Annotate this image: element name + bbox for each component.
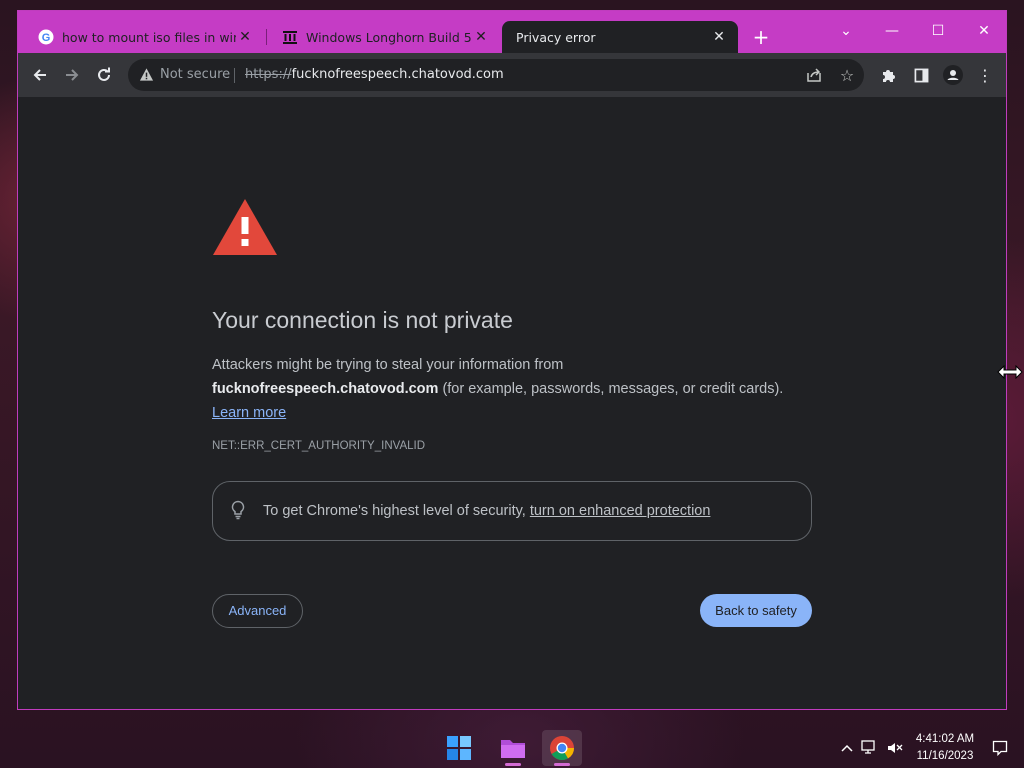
warning-triangle-icon (211, 197, 279, 261)
tab-title: Privacy error (516, 29, 596, 45)
maximize-icon[interactable]: ☐ (922, 19, 954, 43)
taskbar: 4:41:02 AM 11/16/2023 (0, 728, 1024, 768)
app-running-indicator (505, 763, 521, 766)
back-to-safety-button[interactable]: Back to safety (700, 594, 812, 627)
browser-toolbar: Not secure https://fucknofreespeech.chat… (18, 53, 1006, 97)
back-arrow-icon[interactable] (28, 63, 52, 87)
description-domain: fucknofreespeech.chatovod.com (212, 381, 439, 397)
not-secure-label[interactable]: Not secure (160, 67, 230, 82)
app-active-indicator (554, 763, 570, 766)
tab-privacy-error[interactable]: Privacy error ✕ (502, 21, 738, 53)
omnibox-divider (234, 68, 235, 83)
bookmark-star-icon[interactable]: ☆ (838, 66, 856, 85)
learn-more-link[interactable]: Learn more (212, 405, 286, 421)
share-icon[interactable] (805, 66, 823, 84)
menu-kebab-icon[interactable]: ⋮ (974, 64, 996, 86)
description-text-after: (for example, passwords, messages, or cr… (438, 381, 784, 397)
security-prompt: To get Chrome's highest level of securit… (263, 503, 710, 519)
start-windows-icon[interactable] (439, 730, 479, 766)
tab-longhorn-archive[interactable]: Windows Longhorn Build 5112 ✕ (268, 21, 500, 53)
window-close-icon[interactable]: ✕ (968, 19, 1000, 43)
tab-search-chevron-icon[interactable]: ⌄ (830, 19, 862, 43)
file-explorer-folder-icon[interactable] (493, 730, 533, 766)
extensions-puzzle-icon[interactable] (878, 64, 900, 86)
tab-title: how to mount iso files in windows (62, 29, 236, 45)
new-tab-plus-icon[interactable]: + (751, 27, 771, 47)
forward-arrow-icon[interactable] (60, 63, 84, 87)
chrome-taskbar-icon[interactable] (542, 730, 582, 766)
tab-close-icon[interactable]: ✕ (236, 29, 254, 45)
svg-text:G: G (42, 32, 51, 44)
advanced-button[interactable]: Advanced (212, 594, 303, 628)
tab-google-search[interactable]: G how to mount iso files in windows ✕ (24, 21, 264, 53)
system-clock[interactable]: 4:41:02 AM 11/16/2023 (905, 731, 985, 765)
security-prompt-text: To get Chrome's highest level of securit… (263, 503, 530, 519)
notifications-icon[interactable] (991, 739, 1009, 757)
minimize-icon[interactable]: — (876, 19, 908, 43)
network-icon[interactable] (861, 739, 879, 757)
tab-title: Windows Longhorn Build 5112 (306, 29, 472, 45)
reload-icon[interactable] (92, 63, 116, 87)
side-panel-icon[interactable] (910, 64, 932, 86)
clock-date: 11/16/2023 (916, 750, 974, 762)
enhanced-protection-promo: To get Chrome's highest level of securit… (212, 481, 812, 541)
tab-close-icon[interactable]: ✕ (472, 29, 490, 45)
resize-cursor-icon (997, 364, 1023, 383)
volume-muted-icon[interactable] (886, 739, 904, 757)
error-description: Attackers might be trying to steal your … (212, 353, 812, 425)
not-secure-warning-icon[interactable] (139, 67, 154, 86)
tab-separator (266, 29, 267, 45)
error-code[interactable]: NET::ERR_CERT_AUTHORITY_INVALID (212, 440, 425, 452)
description-text: Attackers might be trying to steal your … (212, 357, 564, 373)
archive-icon (282, 29, 298, 45)
enhanced-protection-link[interactable]: turn on enhanced protection (530, 503, 711, 519)
profile-avatar-icon[interactable] (942, 64, 964, 86)
address-bar[interactable]: Not secure https://fucknofreespeech.chat… (128, 59, 864, 91)
show-hidden-icons-chevron-icon[interactable] (838, 739, 856, 757)
url-text[interactable]: https://fucknofreespeech.chatovod.com (245, 67, 504, 82)
error-heading: Your connection is not private (212, 307, 513, 333)
clock-time: 4:41:02 AM (915, 733, 975, 745)
lightbulb-icon (231, 500, 245, 524)
url-host: fucknofreespeech.chatovod.com (291, 67, 504, 82)
browser-window: G how to mount iso files in windows ✕ Wi… (17, 10, 1007, 710)
interstitial-page: Your connection is not private Attackers… (18, 97, 1006, 709)
tab-close-icon[interactable]: ✕ (710, 29, 728, 45)
google-icon: G (38, 29, 54, 45)
url-scheme: https:// (245, 67, 292, 82)
tab-strip: G how to mount iso files in windows ✕ Wi… (18, 11, 1006, 53)
